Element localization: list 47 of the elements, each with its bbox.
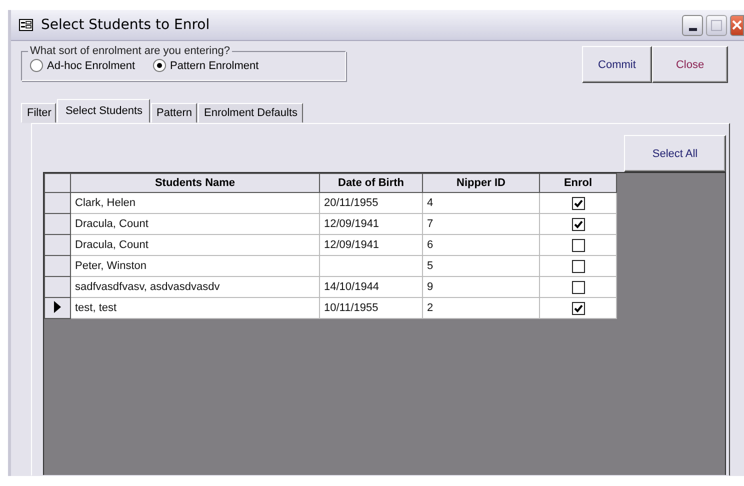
table-cell: Dracula, Count (70, 214, 320, 234)
table-cell: 9 (422, 276, 540, 298)
select-all-button[interactable]: Select All (624, 135, 726, 172)
table-cell: 12/09/1941 (320, 234, 422, 256)
radio-label: Pattern Enrolment (170, 60, 259, 72)
table-cell: Peter, Winston (70, 256, 320, 276)
table-cell: 6 (422, 234, 540, 256)
group-label: What sort of enrolment are you entering? (29, 45, 231, 57)
maximize-icon (711, 20, 722, 30)
checkbox[interactable] (572, 218, 584, 230)
tab[interactable]: Enrolment Defaults (198, 103, 303, 123)
form-icon (19, 19, 33, 31)
column-header[interactable]: Nipper ID (422, 174, 540, 192)
table-cell: 4 (422, 192, 540, 214)
commit-button[interactable]: Commit (582, 46, 652, 83)
column-header[interactable]: Enrol (540, 174, 616, 192)
table-cell: Dracula, Count (70, 234, 320, 256)
row-selector[interactable] (44, 298, 70, 318)
checkbox[interactable] (572, 302, 584, 314)
close-button[interactable]: Close (652, 46, 728, 83)
checkbox[interactable] (572, 260, 584, 272)
table-cell: 5 (422, 256, 540, 276)
window-title: Select Students to Enrol (41, 17, 210, 33)
tab[interactable]: Filter (21, 103, 56, 123)
column-header[interactable]: Students Name (70, 174, 320, 192)
table-cell: 14/10/1944 (320, 276, 422, 298)
tab[interactable]: Pattern (150, 103, 197, 123)
checkbox[interactable] (572, 238, 584, 252)
table-cell: sadfvasdfvasv, asdvasdvasdv (70, 276, 320, 298)
radio-button[interactable] (153, 59, 166, 72)
table-cell: test, test (70, 298, 320, 318)
table-cell: 2 (422, 298, 540, 318)
table-cell: 12/09/1941 (320, 214, 422, 234)
table-cell: 7 (422, 214, 540, 234)
radio-label: Ad-hoc Enrolment (47, 60, 136, 72)
column-header[interactable]: Date of Birth (320, 174, 422, 192)
checkbox[interactable] (572, 196, 584, 210)
close-icon (731, 19, 743, 31)
minimize-icon (688, 28, 696, 30)
tab[interactable]: Select Students (57, 99, 150, 123)
table-cell: 20/11/1955 (320, 192, 422, 214)
minimize-button[interactable] (682, 14, 703, 36)
radio-button[interactable] (30, 59, 43, 72)
close-button[interactable] (730, 14, 744, 36)
table-cell: Clark, Helen (70, 192, 320, 214)
table-cell: 10/11/1955 (320, 298, 422, 318)
checkbox[interactable] (572, 280, 584, 294)
